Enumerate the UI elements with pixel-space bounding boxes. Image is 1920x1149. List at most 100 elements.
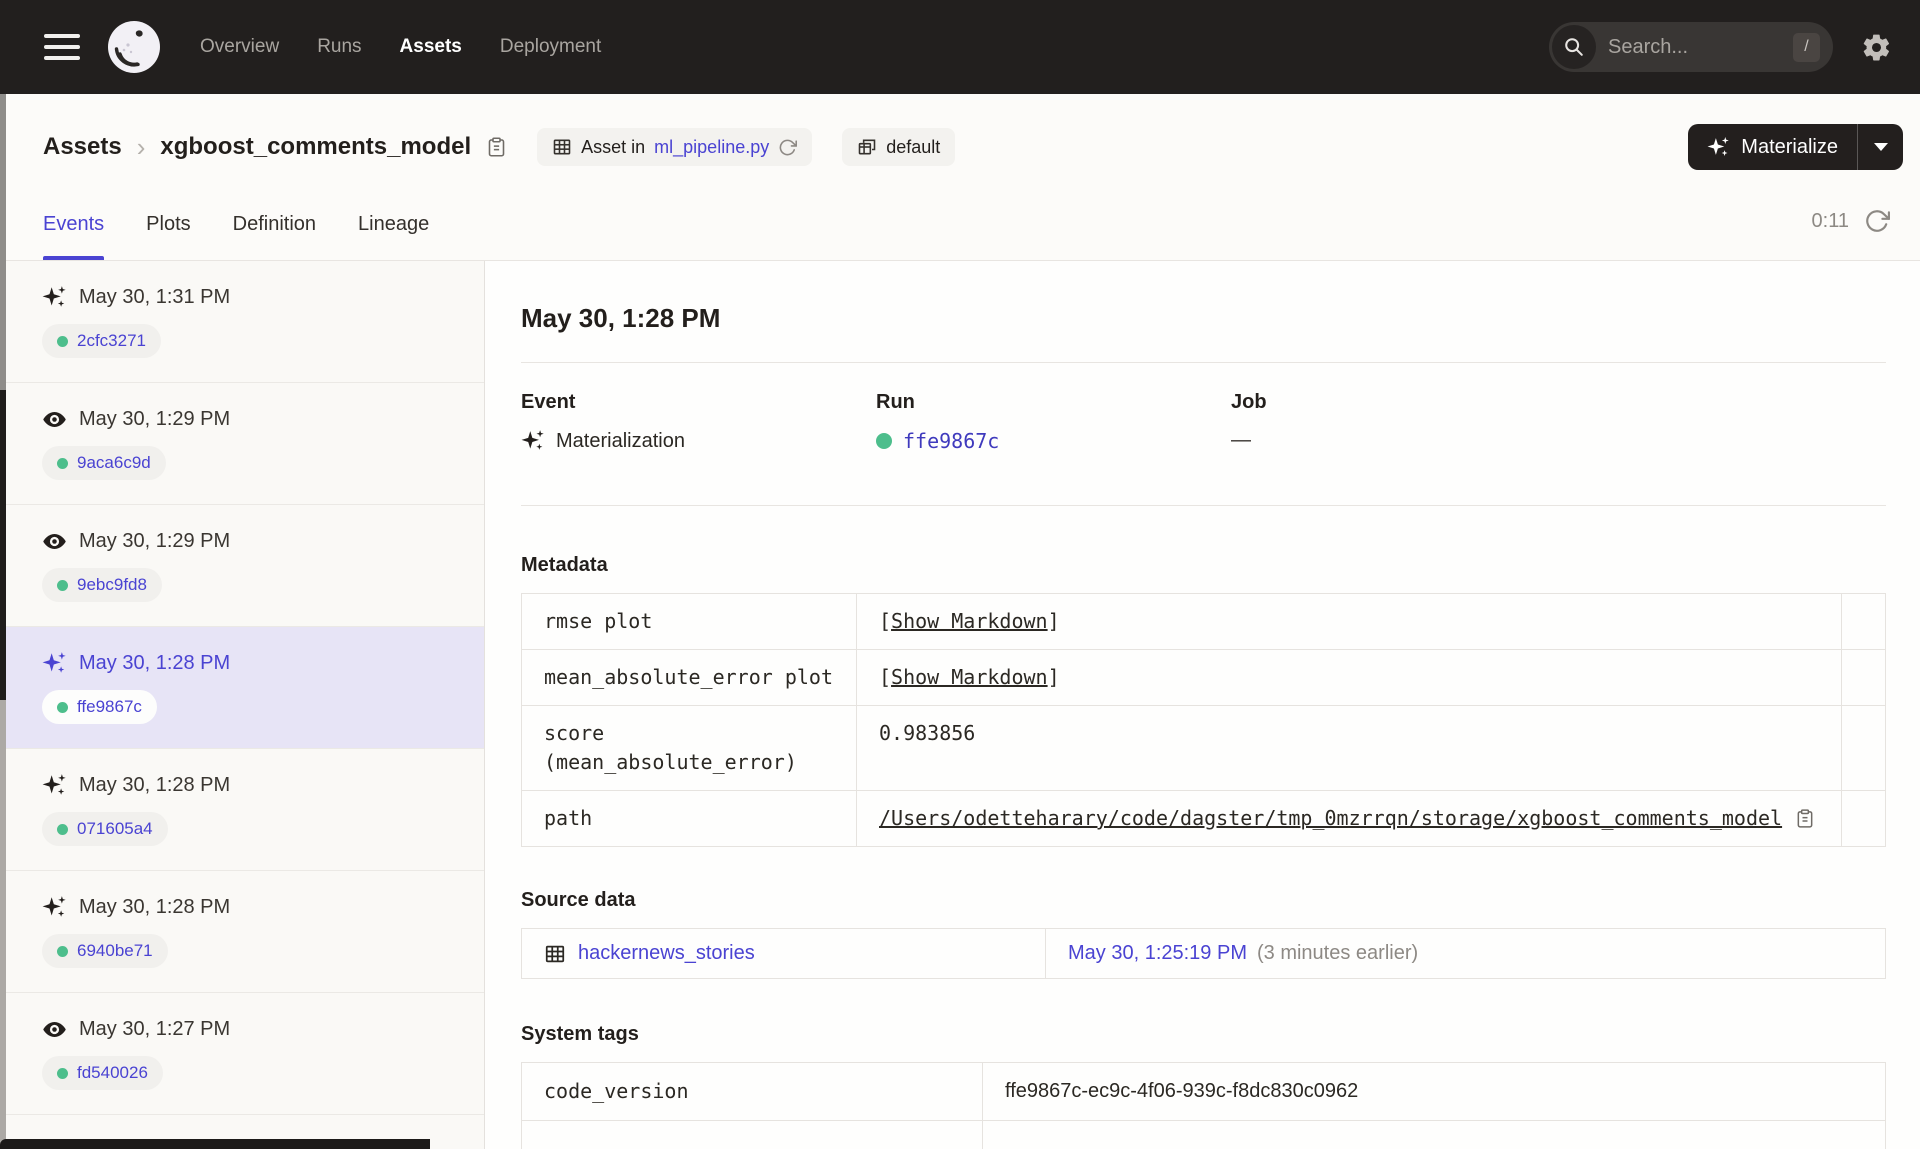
bracket: ] [1047,665,1060,689]
run-status-dot [57,579,68,591]
group-badge-default[interactable]: default [842,128,956,166]
show-markdown-link[interactable]: Show Markdown [891,607,1048,636]
bracket: ] [1047,609,1060,633]
system-tags-table: code_version ffe9867c-ec9c-4f06-939c-f8d… [521,1062,1886,1149]
event-summary: Event Materialization Run ffe9867c Job — [521,391,1886,453]
event-list-item[interactable]: May 30, 1:28 PM 071605a4 [0,749,484,871]
run-status-dot [876,433,892,449]
content-area: May 30, 1:31 PM 2cfc3271 May 30, 1:29 PM… [0,261,1920,1149]
event-list-item[interactable]: May 30, 1:29 PM 9ebc9fd8 [0,505,484,627]
dagster-logo[interactable] [106,19,162,75]
run-id-badge[interactable]: 9aca6c9d [42,446,166,480]
run-id-badge[interactable]: 9ebc9fd8 [42,568,162,602]
source-time-note: (3 minutes earlier) [1256,942,1419,964]
nav-overview[interactable]: Overview [200,36,279,58]
copy-path-icon[interactable] [1795,807,1815,830]
tab-events[interactable]: Events [43,213,105,260]
summary-run-col: Run ffe9867c [876,391,1231,453]
path-link[interactable]: /Users/odetteharary/code/dagster/tmp_0mz… [879,804,1782,833]
table-row: path /Users/odetteharary/code/dagster/tm… [522,790,1885,846]
run-id-badge[interactable]: 071605a4 [42,812,168,846]
event-timestamp: May 30, 1:28 PM [79,896,231,918]
event-list-item[interactable]: May 30, 1:31 PM 2cfc3271 [0,261,484,383]
primary-nav: Overview Runs Assets Deployment [200,36,601,58]
search-shortcut-key: / [1793,32,1820,62]
run-label: Run [876,391,915,413]
table-action-cell [1842,650,1885,705]
search-input[interactable] [1596,35,1793,59]
source-timestamp-link[interactable]: May 30, 1:25:19 PM [1068,942,1247,965]
run-id-badge[interactable]: fd540026 [42,1056,163,1090]
event-detail-panel: May 30, 1:28 PM Event Materialization Ru… [485,261,1920,1149]
event-timestamp: May 30, 1:28 PM [79,652,231,674]
event-list-item[interactable]: May 30, 1:29 PM 9aca6c9d [0,383,484,505]
summary-event-col: Event Materialization [521,391,876,453]
metadata-heading: Metadata [521,554,608,576]
source-data-heading: Source data [521,889,636,911]
group-badge-label: default [886,136,941,157]
metadata-key: score (mean_absolute_error) [522,706,857,790]
copy-asset-name-icon[interactable] [486,135,507,159]
tab-lineage[interactable]: Lineage [358,213,429,260]
global-search[interactable]: / [1549,22,1833,72]
nav-deployment[interactable]: Deployment [500,36,601,58]
source-asset-link[interactable]: hackernews_stories [578,942,755,965]
run-status-dot [57,1067,68,1079]
run-id-badge[interactable]: 6940be71 [42,934,168,968]
materialize-sparkle-icon [1707,136,1730,159]
materialization-sparkle-icon [521,429,545,453]
group-stacked-tables-icon [857,137,877,157]
event-timestamp: May 30, 1:31 PM [79,286,231,308]
job-empty-value: — [1231,429,1251,451]
run-id-badge[interactable]: 2cfc3271 [42,324,161,358]
materialization-sparkle-icon [42,895,67,920]
event-label: Event [521,391,576,413]
table-row: rmse plot [Show Markdown] [522,594,1885,649]
table-row: score (mean_absolute_error) 0.983856 [522,705,1885,790]
hamburger-menu-icon[interactable] [44,34,80,60]
observation-eye-icon [42,407,67,432]
metadata-key: rmse plot [522,594,857,649]
run-status-dot [57,701,68,713]
run-id-link: 9ebc9fd8 [77,575,147,594]
refresh-icon[interactable] [1864,208,1890,234]
metadata-key: path [522,791,857,846]
pipeline-file-link[interactable]: ml_pipeline.py [654,137,769,158]
settings-gear-icon[interactable] [1861,32,1892,63]
divider [521,362,1886,363]
asset-header: Assets › xgboost_comments_model Asset in… [0,94,1920,176]
materialize-button[interactable]: Materialize [1688,124,1903,170]
show-markdown-link[interactable]: Show Markdown [891,663,1048,692]
event-list-item[interactable]: May 30, 1:28 PM 6940be71 [0,871,484,993]
event-timestamp: May 30, 1:28 PM [79,774,231,796]
materialization-sparkle-icon [42,651,67,676]
tab-plots[interactable]: Plots [146,213,190,260]
asset-grid-icon [544,943,566,965]
tab-definition[interactable]: Definition [233,213,316,260]
nav-runs[interactable]: Runs [317,36,361,58]
metadata-key: mean_absolute_error plot [522,650,857,705]
materialization-sparkle-icon [42,773,67,798]
run-id-link: 2cfc3271 [77,331,146,350]
event-list-item[interactable]: May 30, 1:27 PM fd540026 [0,993,484,1115]
breadcrumb-assets-link[interactable]: Assets [43,133,122,161]
event-list-item[interactable]: May 30, 1:28 PM ffe9867c [0,627,484,749]
system-tags-heading: System tags [521,1023,639,1045]
reload-code-location-icon[interactable] [778,138,798,157]
source-time-cell: May 30, 1:25:19 PM (3 minutes earlier) [1045,929,1885,978]
asset-location-badge[interactable]: Asset in ml_pipeline.py [537,128,813,166]
top-navbar: Overview Runs Assets Deployment / [0,0,1920,94]
nav-assets[interactable]: Assets [400,36,462,58]
run-id-badge[interactable]: ffe9867c [42,690,157,724]
tag-key [522,1121,982,1149]
source-asset-cell: hackernews_stories [522,929,1045,978]
event-type-value: Materialization [556,429,685,452]
chevron-down-icon [1873,143,1888,151]
event-timestamp: May 30, 1:29 PM [79,408,231,430]
materialize-button-label: Materialize [1741,135,1838,158]
materialization-sparkle-icon [42,285,67,310]
materialize-dropdown-toggle[interactable] [1858,124,1903,170]
run-id-link: 9aca6c9d [77,453,151,472]
run-id-link[interactable]: ffe9867c [903,429,999,453]
tag-key: code_version [544,1079,689,1103]
